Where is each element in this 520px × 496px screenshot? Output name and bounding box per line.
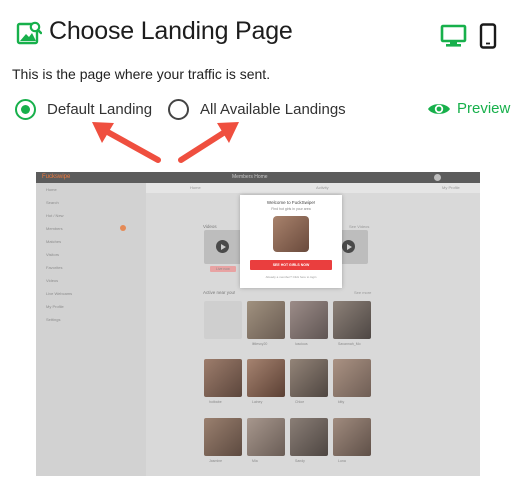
preview-label[interactable]: Preview [457, 100, 510, 117]
preview-member-name: Savannah_Mo [338, 342, 361, 346]
preview-member-card [247, 418, 285, 456]
preview-member-name: Mia [252, 459, 258, 463]
preview-welcome-modal: Welcome to FuckSwipe! Find hot girls in … [240, 195, 342, 288]
preview-member-name: hotbabe [209, 400, 222, 404]
preview-brand-logo: Fuckswipe [42, 174, 71, 180]
preview-member-card [204, 301, 242, 339]
arrow-annotation-right [178, 122, 239, 163]
play-icon [342, 240, 355, 253]
preview-modal-title: Welcome to FuckSwipe! [266, 200, 316, 205]
preview-member-name: Sandy [295, 459, 305, 463]
page-description: This is the page where your traffic is s… [12, 66, 271, 82]
preview-sidebar-item: Hot / New [46, 213, 64, 218]
preview-member-card [204, 418, 242, 456]
preview-tab: My Profile [442, 185, 460, 190]
preview-member-card [204, 359, 242, 397]
preview-member-name: Jasmine [209, 459, 223, 463]
preview-active-label: Active near you! [203, 290, 236, 295]
page-title: Choose Landing Page [49, 17, 293, 45]
default-landing-radio[interactable]: Default Landing [15, 99, 152, 120]
preview-sidebar-item: Favorites [46, 265, 63, 270]
preview-member-card [290, 301, 328, 339]
preview-member-name: Chloe [295, 400, 305, 404]
preview-tabs: Home Activity My Profile [146, 183, 480, 193]
preview-video-thumb [204, 230, 242, 264]
preview-sidebar: Home Search Hot / New Members Matches Vi… [36, 183, 146, 476]
preview-member-card [290, 418, 328, 456]
preview-sidebar-item: Matches [46, 239, 62, 244]
preview-topbar-title: Members Home [232, 174, 268, 180]
preview-member-card [247, 301, 285, 339]
desktop-icon[interactable] [440, 23, 467, 49]
preview-topbar: Fuckswipe Members Home [36, 172, 480, 183]
preview-member-card [247, 359, 285, 397]
preview-member-card [333, 359, 371, 397]
preview-video-button-label: Live now [216, 267, 230, 271]
all-landings-radio[interactable]: All Available Landings [168, 99, 346, 120]
preview-sidebar-item: Videos [46, 278, 59, 283]
landing-image-icon [16, 21, 42, 45]
preview-modal-cta-label: SEE HOT GIRLS NOW [272, 262, 310, 267]
preview-modal-subtitle: Find hot girls in your area [271, 207, 311, 211]
preview-tab: Home [190, 185, 201, 190]
preview-member-name: Lainey [252, 400, 263, 404]
radio-unchecked-icon[interactable] [168, 99, 189, 120]
radio-checked-icon[interactable] [15, 99, 36, 120]
preview-sidebar-item: My Profile [46, 304, 64, 309]
preview-button[interactable]: Preview [427, 100, 510, 117]
preview-member-card [333, 301, 371, 339]
preview-modal-photo [273, 216, 309, 252]
preview-sidebar-item: Home [46, 187, 57, 192]
preview-sidebar-item: Search [46, 200, 59, 205]
landing-preview-screenshot: Fuckswipe Members Home Home Search Hot /… [36, 172, 480, 476]
mobile-phone-icon[interactable] [479, 23, 497, 49]
preview-tab: Activity [316, 185, 329, 190]
preview-videos-label: Videos [203, 224, 217, 229]
preview-modal-footer: Already a member? Click here to login [265, 275, 317, 279]
preview-active-link: See more [354, 290, 372, 295]
default-landing-label[interactable]: Default Landing [47, 101, 152, 118]
preview-notification-dot [120, 225, 126, 231]
preview-member-name: luscious [295, 342, 308, 346]
arrow-annotation-left [92, 122, 161, 163]
all-landings-label[interactable]: All Available Landings [200, 101, 346, 118]
preview-modal-cta: SEE HOT GIRLS NOW [250, 260, 332, 270]
eye-icon [428, 103, 450, 114]
preview-sidebar-item: Members [46, 226, 63, 231]
preview-sidebar-item: Live Webcams [46, 291, 73, 296]
preview-member-name: kitty [338, 400, 345, 404]
play-icon [216, 240, 229, 253]
preview-sidebar-item: Visitors [46, 252, 60, 257]
preview-avatar [434, 174, 441, 181]
preview-member-card [333, 418, 371, 456]
header: Choose Landing Page [0, 0, 520, 70]
preview-sidebar-item: Settings [46, 317, 61, 322]
preview-member-name: Luna [338, 459, 346, 463]
preview-member-card [290, 359, 328, 397]
preview-videos-link: See Videos [349, 224, 370, 229]
preview-member-name: littlesxy20 [252, 342, 268, 346]
